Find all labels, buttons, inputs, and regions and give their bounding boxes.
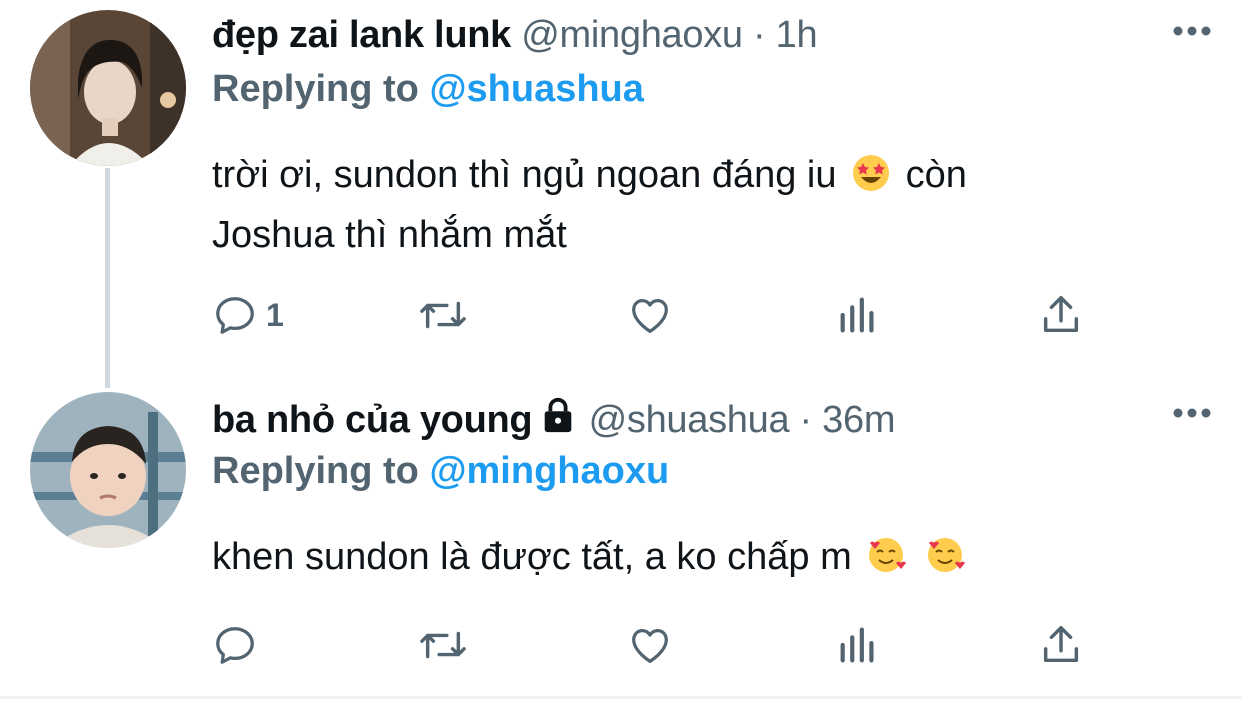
heart-icon: [632, 298, 668, 333]
tweet-header: ba nhỏ của young @shuashua · 36m: [212, 396, 896, 444]
more-dots-icon: [1173, 26, 1211, 36]
retweet-button[interactable]: [416, 622, 470, 668]
retweet-icon: [420, 631, 466, 659]
timestamp[interactable]: 1h: [776, 14, 818, 56]
retweet-button[interactable]: [416, 292, 470, 338]
reply-count: 1: [266, 296, 284, 333]
tweet-1[interactable]: đẹp zai lank lunk @minghaoxu · 1h Replyi…: [0, 0, 1242, 388]
tweet-2[interactable]: ba nhỏ của young @shuashua · 36m Replyin…: [0, 382, 1242, 698]
tweet-text: trời ơi, sundon thì ngủ ngoan đáng iu cò…: [212, 148, 1172, 262]
separator: ·: [799, 399, 813, 441]
more-options-button[interactable]: [1172, 24, 1212, 42]
share-button[interactable]: [1038, 622, 1084, 668]
replying-to: Replying to @shuashua: [212, 68, 644, 111]
share-icon: [1043, 296, 1079, 333]
heart-icon: [632, 628, 668, 663]
thread-connector-line: [105, 168, 110, 388]
display-name[interactable]: đẹp zai lank lunk: [212, 14, 511, 56]
separator: ·: [753, 14, 766, 56]
reply-button[interactable]: 1: [212, 292, 284, 338]
share-icon: [1043, 626, 1079, 663]
retweet-icon: [420, 301, 466, 329]
tweet-actions: [212, 622, 1092, 672]
analytics-icon: [840, 297, 874, 333]
reply-icon: [216, 297, 254, 334]
reply-icon: [216, 627, 254, 664]
tweet-text: khen sundon là được tất, a ko chấp m: [212, 530, 1172, 590]
smiling-face-with-hearts-emoji-icon: [925, 535, 965, 590]
avatar-photo-icon: [30, 392, 186, 548]
more-dots-icon: [1173, 408, 1211, 418]
user-handle[interactable]: @shuashua: [589, 399, 790, 441]
display-name[interactable]: ba nhỏ của young: [212, 399, 533, 441]
smiling-face-with-hearts-emoji-icon: [866, 535, 907, 590]
more-options-button[interactable]: [1172, 406, 1212, 424]
share-button[interactable]: [1038, 292, 1084, 338]
tweet-text-line1: trời ơi, sundon thì ngủ ngoan đáng iu: [212, 154, 837, 196]
tweet-text-content: khen sundon là được tất, a ko chấp m: [212, 536, 852, 578]
timestamp[interactable]: 36m: [822, 399, 895, 441]
replying-mention-link[interactable]: @minghaoxu: [429, 450, 669, 492]
tweet-header: đẹp zai lank lunk @minghaoxu · 1h: [212, 14, 818, 57]
star-struck-emoji-icon: [851, 153, 891, 208]
tweet-actions: 1: [212, 292, 1092, 342]
analytics-button[interactable]: [836, 622, 880, 668]
replying-label: Replying to: [212, 450, 419, 492]
tweet-text-line1-tail: còn: [905, 154, 967, 196]
reply-button[interactable]: [212, 622, 258, 668]
analytics-button[interactable]: [836, 292, 880, 338]
replying-label: Replying to: [212, 68, 419, 110]
replying-mention-link[interactable]: @shuashua: [429, 68, 643, 110]
like-button[interactable]: [626, 622, 674, 668]
lock-icon: [538, 396, 578, 444]
user-handle[interactable]: @minghaoxu: [521, 14, 743, 56]
avatar[interactable]: [30, 10, 186, 166]
replying-to: Replying to @minghaoxu: [212, 450, 669, 493]
like-button[interactable]: [626, 292, 674, 338]
analytics-icon: [840, 627, 874, 663]
avatar[interactable]: [30, 392, 186, 548]
avatar-photo-icon: [30, 10, 186, 166]
tweet-divider: [0, 696, 1242, 699]
tweet-text-line2: Joshua thì nhắm mắt: [212, 214, 567, 256]
